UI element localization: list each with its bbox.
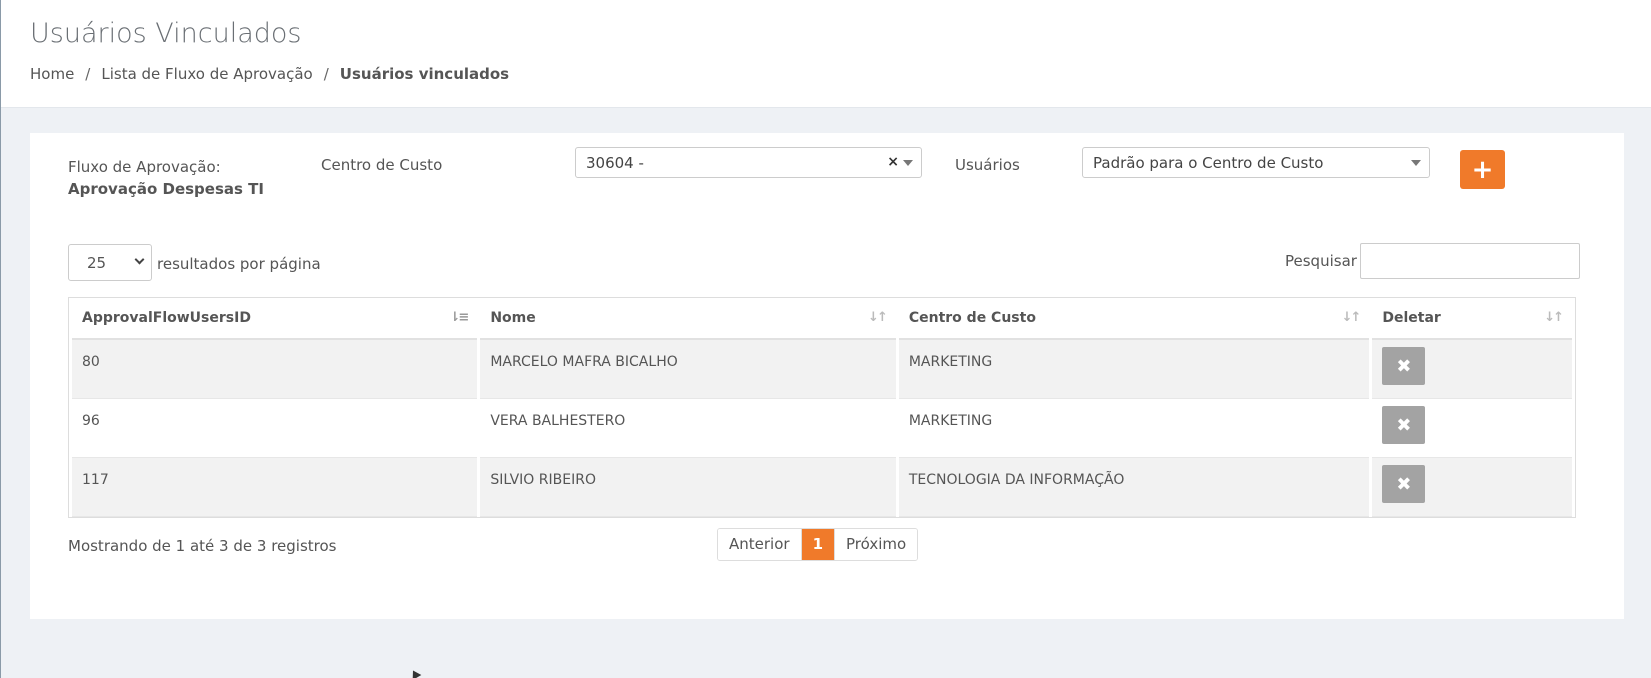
breadcrumb-approval-flow-list[interactable]: Lista de Fluxo de Aprovação xyxy=(101,65,312,83)
table-row: 117 SILVIO RIBEIRO TECNOLOGIA DA INFORMA… xyxy=(72,458,1572,517)
table-row: 96 VERA BALHESTERO MARKETING ✖ xyxy=(72,399,1572,458)
pagination-page[interactable]: 1 xyxy=(800,529,835,560)
table-row: 80 MARCELO MAFRA BICALHO MARKETING ✖ xyxy=(72,340,1572,399)
cost-center-label: Centro de Custo xyxy=(321,156,443,174)
breadcrumb-current: Usuários vinculados xyxy=(339,65,510,83)
breadcrumb-separator: / xyxy=(85,65,91,83)
linked-users-table: ApprovalFlowUsersID ⇂≡ Nome ↓↑ Centro de… xyxy=(68,297,1576,518)
users-label: Usuários xyxy=(955,156,1020,174)
approval-flow-label: Fluxo de Aprovação: xyxy=(68,158,221,176)
breadcrumb-home[interactable]: Home xyxy=(30,65,74,83)
cell-nome: SILVIO RIBEIRO xyxy=(480,458,896,517)
table-info: Mostrando de 1 até 3 de 3 registros xyxy=(68,537,337,555)
delete-button[interactable]: ✖ xyxy=(1382,406,1426,444)
plus-icon: + xyxy=(1471,154,1494,185)
page-header: Usuários Vinculados Home / Lista de Flux… xyxy=(1,0,1651,108)
cell-deletar: ✖ xyxy=(1372,399,1572,458)
cell-centro-de-custo: MARKETING xyxy=(898,399,1370,458)
column-header-label: ApprovalFlowUsersID xyxy=(82,310,251,326)
sort-ascending-icon: ⇂≡ xyxy=(449,310,470,325)
approval-flow-info: Fluxo de Aprovação: Aprovação Despesas T… xyxy=(68,156,308,200)
chevron-down-icon xyxy=(903,160,913,166)
chevron-down-icon xyxy=(134,254,145,265)
pagination-previous[interactable]: Anterior xyxy=(718,529,801,560)
cell-nome: VERA BALHESTERO xyxy=(480,399,896,458)
sort-icon: ↓↑ xyxy=(868,310,888,325)
page-title: Usuários Vinculados xyxy=(30,18,302,49)
pagination-next[interactable]: Próximo xyxy=(835,529,918,560)
breadcrumb: Home / Lista de Fluxo de Aprovação / Usu… xyxy=(30,65,509,83)
column-header-label: Nome xyxy=(490,310,536,326)
column-header-id[interactable]: ApprovalFlowUsersID ⇂≡ xyxy=(72,298,478,340)
delete-button[interactable]: ✖ xyxy=(1382,347,1426,385)
cell-deletar: ✖ xyxy=(1372,458,1572,517)
column-header-label: Centro de Custo xyxy=(908,310,1036,326)
pagination: Anterior 1 Próximo xyxy=(717,528,919,561)
table-header-row: ApprovalFlowUsersID ⇂≡ Nome ↓↑ Centro de… xyxy=(72,298,1572,340)
mouse-cursor-icon xyxy=(408,668,422,678)
column-header-nome[interactable]: Nome ↓↑ xyxy=(480,298,896,340)
cell-id: 80 xyxy=(72,340,478,399)
breadcrumb-separator: / xyxy=(323,65,329,83)
close-icon: ✖ xyxy=(1396,355,1412,377)
cost-center-selected-value: 30604 - xyxy=(586,154,644,172)
add-user-button[interactable]: + xyxy=(1460,150,1505,189)
close-icon: ✖ xyxy=(1396,414,1412,436)
chevron-down-icon xyxy=(1411,160,1421,166)
search-input[interactable] xyxy=(1360,243,1580,279)
search-label: Pesquisar xyxy=(1285,252,1357,270)
column-header-centro-de-custo[interactable]: Centro de Custo ↓↑ xyxy=(898,298,1370,340)
cell-centro-de-custo: TECNOLOGIA DA INFORMAÇÃO xyxy=(898,458,1370,517)
clear-selection-icon[interactable]: × xyxy=(887,154,899,170)
sort-icon: ↓↑ xyxy=(1544,310,1564,325)
cell-id: 117 xyxy=(72,458,478,517)
users-selected-value: Padrão para o Centro de Custo xyxy=(1093,154,1324,172)
page-length-select[interactable]: 25 xyxy=(68,244,152,281)
delete-button[interactable]: ✖ xyxy=(1382,465,1426,503)
close-icon: ✖ xyxy=(1396,473,1412,495)
users-select[interactable]: Padrão para o Centro de Custo xyxy=(1082,147,1430,178)
page-length-value: 25 xyxy=(87,254,107,272)
column-header-label: Deletar xyxy=(1382,310,1441,326)
column-header-deletar[interactable]: Deletar ↓↑ xyxy=(1372,298,1572,340)
approval-flow-value: Aprovação Despesas TI xyxy=(68,180,264,198)
cost-center-select[interactable]: 30604 - × xyxy=(575,147,922,178)
cell-deletar: ✖ xyxy=(1372,340,1572,399)
cell-centro-de-custo: MARKETING xyxy=(898,340,1370,399)
sort-icon: ↓↑ xyxy=(1341,310,1362,325)
page-length-label: resultados por página xyxy=(157,255,321,273)
cell-nome: MARCELO MAFRA BICALHO xyxy=(480,340,896,399)
cell-id: 96 xyxy=(72,399,478,458)
